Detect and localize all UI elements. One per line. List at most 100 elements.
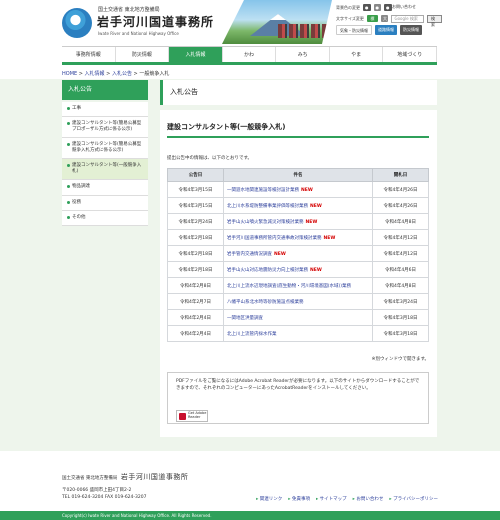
page-title: 入札公告 [160,80,437,105]
gnav-mountain[interactable]: やま [329,47,384,62]
gnav-river[interactable]: かわ [222,47,277,62]
row-date: 令和4年2月18日 [167,245,224,262]
row-date: 令和4年3月15日 [167,181,224,198]
header-contact-link[interactable]: お問い合わせ [392,4,416,10]
row-open-date: 令和4年3月24日 [372,293,429,310]
footer-address-block: 〒020-0066 盛岡市上田4丁目2-2 TEL 019-624-3204 F… [62,488,146,502]
sidebar-item-consultant-simple[interactable]: 建設コンサルタント等(簡易公募型競争入札方式に係る公示) [62,138,148,160]
footer-address: 〒020-0066 盛岡市上田4丁目2-2 [62,488,132,493]
footer-link-sitemap[interactable]: サイトマップ [316,496,347,502]
row-name-cell: 八幡平山系北水時等砂防施設点検業務 [223,293,373,310]
font-size-standard-button[interactable]: 標準 [366,15,378,28]
footer-org-name: 岩手河川国道事務所 [120,473,189,481]
font-size-large-button[interactable]: 大 [380,15,389,22]
color-white-button[interactable]: ● [373,4,381,11]
row-open-date: 令和4年3月18日 [372,309,429,326]
adobe-reader-badge[interactable]: Get Adobe Reader [176,410,208,422]
footer-link-disclaimer[interactable]: 免責事項 [288,496,310,502]
gnav-community[interactable]: 地域づくり [383,47,438,62]
row-title-link[interactable]: 北上川上流水辺現地調査(底生動物・河川環境基図(水域))業務 [227,284,351,289]
color-change-label: 背景色の変更 [336,4,360,10]
row-title-link[interactable]: 一関遊水地関連施設等検討設計業務 [227,188,299,193]
row-open-date: 令和4年4月12日 [372,229,429,246]
site-header: 国土交通省 東北地方整備局 岩手河川国道事務所 Iwate River and … [0,0,500,44]
section-divider [167,136,429,138]
row-name-cell: 一関地区洪量調査 [223,309,373,326]
sidebar-item-other[interactable]: その他 [62,211,148,226]
row-title-link[interactable]: 岩手山火山対応地震防災力向上検討業務 [227,268,308,273]
breadcrumb-bid-info[interactable]: 入札情報 [85,71,105,77]
footer-link-privacy[interactable]: プライバシーポリシー [389,496,438,502]
row-name-cell: 北上川上流管内採水作業 [223,325,373,342]
sidebar-item-services[interactable]: 役務 [62,196,148,211]
row-date: 令和4年2月8日 [167,277,224,294]
row-open-date: 令和4年4月26日 [372,197,429,214]
sidebar-item-consultant-general[interactable]: 建設コンサルタント等(一般競争入札) [62,159,148,181]
row-name-cell: 一関遊水地関連施設等検討設計業務 NEW [223,181,373,198]
color-blue-button[interactable]: ● [384,4,392,11]
section-title: 建設コンサルタント等(一般競争入札) [167,123,286,131]
sidebar: 入札公告 工事 建設コンサルタント等(簡易公募型プロポーザル方式に係る公示) 建… [62,80,148,226]
row-title-link[interactable]: 岩手河川国道事務所管内交通事故対策検討業務 [227,236,322,241]
disaster-info-banner[interactable]: 防災情報 [400,24,422,35]
row-date: 令和4年3月15日 [167,197,224,214]
row-title-link[interactable]: 岩手管内交通情況調査 [227,252,272,257]
table-row: 令和4年2月18日 岩手山火山対応地震防災力向上検討業務 NEW 令和4年4月6日 [167,261,429,278]
row-open-date: 令和4年4月26日 [372,181,429,198]
breadcrumb-bid-notice[interactable]: 入札公告 [112,71,132,77]
site-subtitle: Iwate River and National Highway Office [98,31,179,36]
footer-links: 関連リンク 免責事項 サイトマップ お問い合わせ プライバシーポリシー [256,496,438,502]
footer-org-small: 国土交通省 東北地方整備局 [62,476,118,481]
new-window-note: ※別ウィンドウで開きます。 [371,357,429,362]
sidebar-title: 入札公告 [62,80,148,100]
footer-link-contact[interactable]: お問い合わせ [353,496,383,502]
road-info-banner[interactable]: 道路情報 [375,24,397,35]
gnav-bid-info[interactable]: 入札情報 [169,47,223,62]
gnav-road[interactable]: みち [276,47,330,62]
gnav-office-info[interactable]: 事務所情報 [62,47,116,62]
new-badge: NEW [274,251,286,257]
row-name-cell: 北上川水系堤防整備事業評価等検討業務 NEW [223,197,373,214]
sidebar-item-procurement[interactable]: 物品調達 [62,180,148,196]
sidebar-item-construction[interactable]: 工事 [62,102,148,118]
row-title-link[interactable]: 北上川水系堤防整備事業評価等検討業務 [227,204,308,209]
row-date: 令和4年2月7日 [167,293,224,310]
sidebar-item-consultant-proposal[interactable]: 建設コンサルタント等(簡易公募型プロポーザル方式に係る公示) [62,117,148,139]
row-open-date: 令和4年4月8日 [372,213,429,230]
footer-org: 国土交通省 東北地方整備局 岩手河川国道事務所 [62,472,188,482]
table-row: 令和4年2月24日 岩手山火山噴火緊急減災対策検討業務 NEW 令和4年4月8日 [167,213,429,230]
mlit-logo-icon[interactable] [62,8,92,38]
table-row: 令和4年3月15日 北上川水系堤防整備事業評価等検討業務 NEW 令和4年4月26日 [167,197,429,214]
gnav-disaster-info[interactable]: 防災情報 [115,47,170,62]
table-row: 令和4年3月15日 一関遊水地関連施設等検討設計業務 NEW 令和4年4月26日 [167,181,429,198]
search-input[interactable]: Google 検索 [391,14,424,23]
row-title-link[interactable]: 岩手山火山噴火緊急減災対策検討業務 [227,220,304,225]
breadcrumb-current: 一般競争入札 [139,71,170,77]
table-row: 令和4年2月4日 北上川上流管内採水作業 令和4年3月18日 [167,325,429,342]
new-badge: NEW [301,187,313,193]
search-button[interactable]: 検索 [426,14,443,27]
row-date: 令和4年2月18日 [167,261,224,278]
site-title[interactable]: 岩手河川国道事務所 [97,13,214,30]
weather-banner[interactable]: 気象・防災情報 [336,24,372,35]
row-title-link[interactable]: 一関地区洪量調査 [227,316,263,321]
global-nav: 事務所情報 防災情報 入札情報 かわ みち やま 地域づくり [62,46,438,65]
row-title-link[interactable]: 八幡平山系北水時等砂防施設点検業務 [227,300,304,305]
font-size-label: 文字サイズ変更 [336,15,364,21]
row-title-link[interactable]: 北上川上流管内採水作業 [227,332,277,337]
footer-link-related[interactable]: 関連リンク [256,496,283,502]
new-badge: NEW [323,235,336,241]
table-row: 令和4年2月18日 岩手管内交通情況調査 NEW 令和4年4月12日 [167,245,429,262]
adobe-icon [179,413,186,420]
breadcrumb-home[interactable]: HOME [62,71,77,77]
row-name-cell: 岩手山火山噴火緊急減災対策検討業務 NEW [223,213,373,230]
header-hero-image [222,0,332,44]
row-date: 令和4年2月18日 [167,229,224,246]
color-black-button[interactable]: ● [363,4,371,11]
new-badge: NEW [305,219,318,225]
table-row: 令和4年2月8日 北上川上流水辺現地調査(底生動物・河川環境基図(水域))業務 令和… [167,277,429,294]
row-open-date: 令和4年4月8日 [372,277,429,294]
table-row: 令和4年2月4日 一関地区洪量調査 令和4年3月18日 [167,309,429,326]
utility-area: 背景色の変更 ● ● ● 文字サイズ変更 標準 大 Google 検索 検索 気… [336,3,443,36]
table-row: 令和4年2月7日 八幡平山系北水時等砂防施設点検業務 令和4年3月24日 [167,293,429,310]
